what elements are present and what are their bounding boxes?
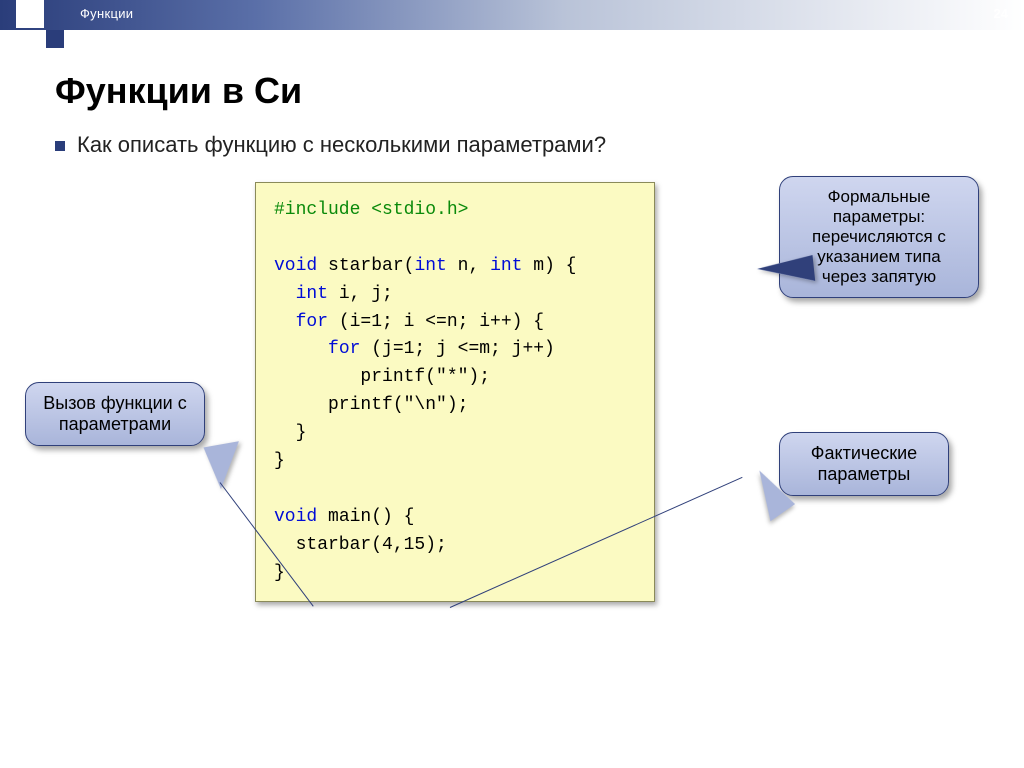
page-number: 24 (994, 6, 1008, 21)
slide-header: Функции 24 (0, 0, 1024, 30)
code-token: n, (447, 256, 490, 276)
code-token (274, 312, 296, 332)
code-token: printf("\n"); (274, 395, 468, 415)
code-token: int (490, 256, 522, 276)
code-token (274, 284, 296, 304)
diagram-area: #include <stdio.h> void starbar(int n, i… (55, 182, 969, 722)
code-token: (j=1; j <=m; j++) (360, 339, 554, 359)
code-token (274, 339, 328, 359)
code-token: for (296, 312, 328, 332)
code-token: <stdio.h> (371, 200, 468, 220)
code-token: int (296, 284, 328, 304)
code-token: printf("*"); (274, 367, 490, 387)
code-block: #include <stdio.h> void starbar(int n, i… (255, 182, 655, 602)
bullet-icon (55, 141, 65, 151)
code-token: starbar(4,15); (274, 535, 447, 555)
code-token: void (274, 507, 317, 527)
code-token: } (274, 423, 306, 443)
code-token: (i=1; i <=n; i++) { (328, 312, 544, 332)
code-token: void (274, 256, 317, 276)
code-token: #include (274, 200, 371, 220)
bullet-item: Как описать функцию с несколькими параме… (55, 132, 969, 158)
code-token: int (414, 256, 446, 276)
code-token: starbar( (317, 256, 414, 276)
callout-tail-icon (203, 441, 246, 491)
code-token: for (328, 339, 360, 359)
code-token: main() { (317, 507, 414, 527)
callout-actual-params: Фактические параметры (779, 432, 949, 496)
code-token: } (274, 451, 285, 471)
slide-title: Функции в Си (55, 70, 969, 112)
code-token: i, j; (328, 284, 393, 304)
breadcrumb: Функции (80, 6, 133, 21)
code-token: m) { (522, 256, 576, 276)
bullet-text: Как описать функцию с несколькими параме… (77, 132, 606, 158)
callout-function-call: Вызов функции с параметрами (25, 382, 205, 446)
